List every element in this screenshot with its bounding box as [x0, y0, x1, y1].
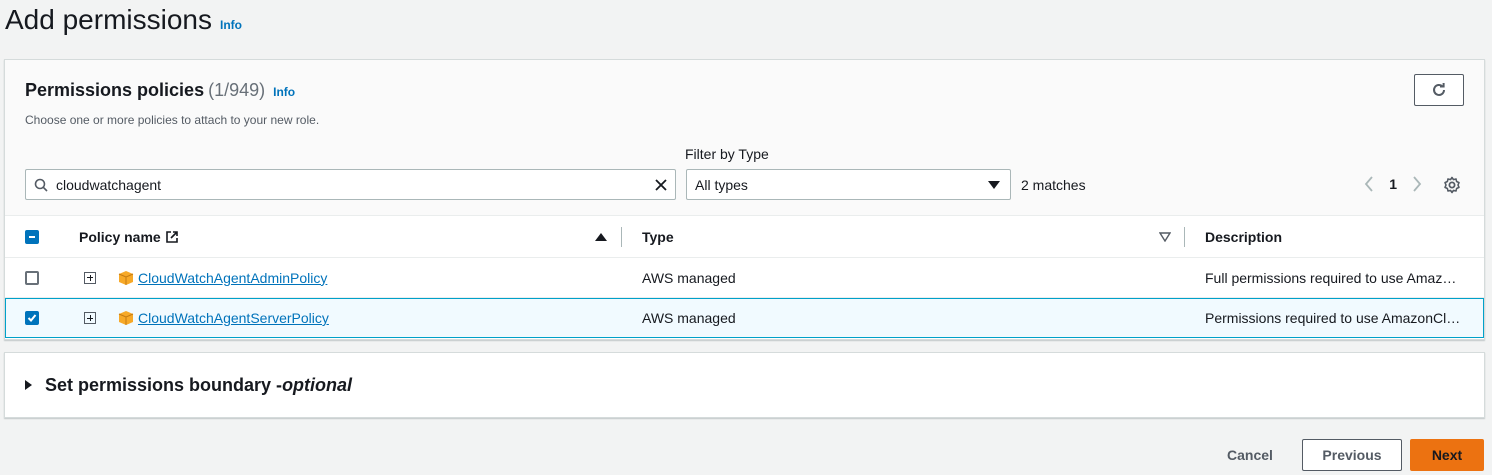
aws-managed-policy-icon	[118, 311, 134, 325]
cancel-button[interactable]: Cancel	[1214, 439, 1286, 471]
external-link-icon	[165, 231, 178, 243]
expand-row-icon[interactable]	[84, 312, 96, 324]
select-all-cell	[25, 216, 39, 258]
aws-managed-policy-icon	[118, 270, 134, 285]
pagination: 1	[1363, 174, 1423, 194]
caret-down-icon	[988, 177, 1000, 193]
policy-name-link[interactable]: CloudWatchAgentAdminPolicy	[138, 270, 327, 286]
policy-name-cell: CloudWatchAgentAdminPolicy	[118, 258, 327, 297]
page-title: Add permissions	[5, 4, 212, 35]
match-count: 2 matches	[1021, 177, 1086, 193]
sort-ascending-icon[interactable]	[595, 216, 607, 258]
expand-row-cell	[84, 299, 96, 337]
refresh-icon	[1433, 83, 1445, 96]
policies-table: Policy name Type Description CloudWatchA…	[5, 216, 1484, 338]
next-button[interactable]: Next	[1410, 439, 1484, 471]
checkmark-icon	[27, 314, 37, 322]
panel-title: Permissions policies	[25, 80, 205, 100]
permissions-policies-panel: Permissions policies (1/949) Info Choose…	[4, 59, 1485, 340]
search-icon	[26, 170, 56, 199]
policy-type: AWS managed	[642, 269, 736, 286]
policy-search-box	[25, 169, 676, 200]
sort-descending-icon[interactable]	[1159, 216, 1171, 258]
row-checkbox[interactable]	[25, 270, 39, 285]
row-checkbox[interactable]	[25, 311, 39, 325]
row-select-cell	[25, 258, 39, 297]
panel-title-row: Permissions policies (1/949) Info	[25, 80, 295, 101]
expand-row-icon[interactable]	[84, 271, 96, 284]
boundary-title: Set permissions boundary -	[45, 374, 283, 395]
caret-right-icon	[25, 380, 32, 390]
refresh-button[interactable]	[1414, 74, 1464, 106]
column-type[interactable]: Type	[642, 216, 674, 258]
column-policy-name[interactable]: Policy name	[79, 216, 179, 258]
boundary-optional-label: optional	[282, 374, 353, 395]
page-info-link[interactable]: Info	[220, 18, 242, 32]
column-policy-name-label: Policy name	[79, 229, 161, 245]
current-page-number[interactable]: 1	[1389, 176, 1397, 192]
policy-name-cell: CloudWatchAgentServerPolicy	[118, 299, 329, 337]
previous-page-icon[interactable]	[1363, 174, 1375, 194]
gear-icon[interactable]	[1442, 175, 1462, 195]
clear-search-icon[interactable]	[647, 170, 675, 199]
previous-button[interactable]: Previous	[1302, 439, 1402, 471]
panel-info-link[interactable]: Info	[273, 85, 295, 99]
selection-count: (1/949)	[208, 80, 266, 100]
policy-description: Full permissions required to use Amaz…	[1205, 269, 1457, 286]
expand-row-cell	[84, 258, 96, 297]
policy-description: Permissions required to use AmazonCl…	[1205, 310, 1461, 326]
filter-type-select[interactable]: All types	[686, 169, 1011, 200]
filter-type-label: Filter by Type	[685, 146, 769, 162]
policy-type: AWS managed	[642, 310, 736, 326]
table-row[interactable]: CloudWatchAgentServerPolicy AWS managed …	[5, 298, 1484, 338]
table-header: Policy name Type Description	[5, 216, 1484, 258]
next-page-icon[interactable]	[1411, 174, 1423, 194]
column-divider	[621, 227, 622, 247]
policy-name-link[interactable]: CloudWatchAgentServerPolicy	[138, 310, 329, 326]
panel-description: Choose one or more policies to attach to…	[25, 113, 320, 127]
panel-header: Permissions policies (1/949) Info Choose…	[5, 60, 1484, 216]
table-row[interactable]: CloudWatchAgentAdminPolicy AWS managed F…	[5, 258, 1484, 298]
select-all-checkbox[interactable]	[25, 230, 39, 244]
page-header: Add permissions Info	[5, 4, 242, 36]
filter-type-value: All types	[695, 176, 748, 193]
row-select-cell	[25, 299, 39, 337]
column-divider	[1184, 227, 1185, 247]
column-description[interactable]: Description	[1205, 216, 1282, 258]
permissions-boundary-expander[interactable]: Set permissions boundary - optional	[4, 352, 1485, 418]
search-input[interactable]	[56, 176, 647, 193]
